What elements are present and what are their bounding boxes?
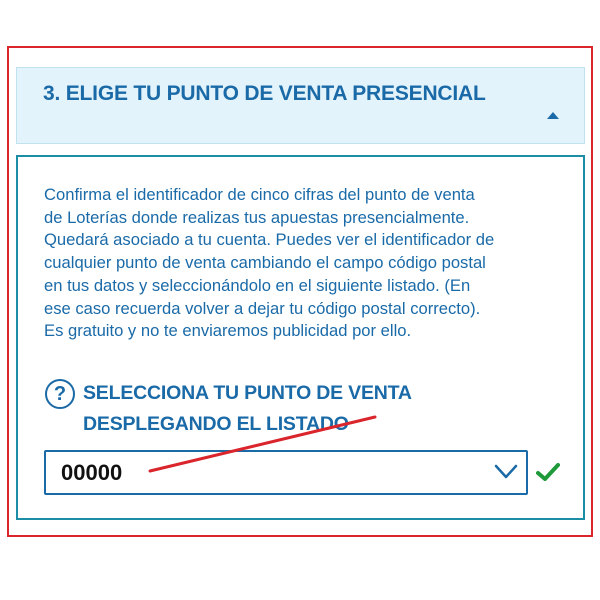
point-of-sale-select[interactable]: 00000 [44,450,528,495]
select-label: SELECCIONA TU PUNTO DE VENTA [83,382,412,404]
help-icon[interactable]: ? [45,379,75,409]
point-of-sale-panel: Confirma el identificador de cinco cifra… [16,155,585,520]
instructions-text: Confirma el identificador de cinco cifra… [44,185,495,341]
caret-up-icon[interactable] [547,112,559,119]
selected-value: 00000 [61,460,123,485]
section-title: 3. ELIGE TU PUNTO DE VENTA PRESENCIAL [43,82,486,105]
checkmark-icon [536,463,560,481]
accordion-header[interactable]: 3. ELIGE TU PUNTO DE VENTA PRESENCIAL [16,67,585,144]
select-label-continued: DESPLEGANDO EL LISTADO [83,413,349,435]
chevron-down-icon[interactable] [494,463,518,481]
